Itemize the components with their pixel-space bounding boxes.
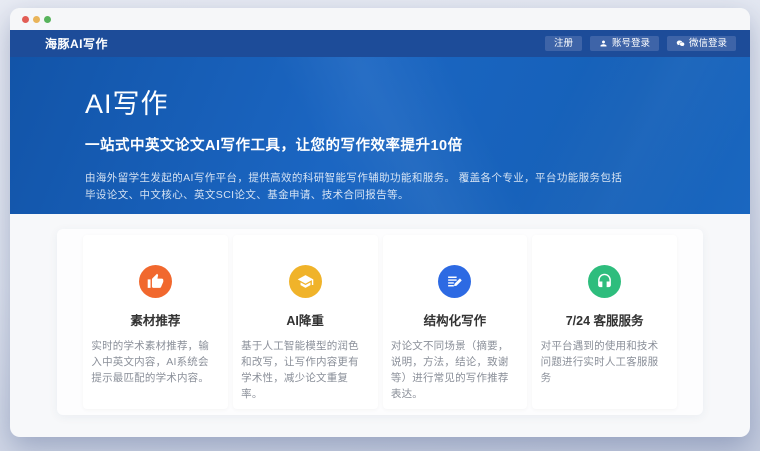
feature-description: 对论文不同场景（摘要，说明，方法，结论，致谢等）进行常见的写作推荐表达。 [390,340,509,400]
hero-description: 由海外留学生发起的AI写作平台，提供高效的科研智能写作辅助功能和服务。 覆盖各个… [85,170,710,204]
feature-icon-circle [588,265,622,298]
hero-subtitle: 一站式中英文论文AI写作工具，让您的写作效率提升10倍 [85,138,463,154]
browser-window: 海豚AI写作 注册 账号登录 微信登录 AI写作 一站式中英文论文AI写作工具，… [10,8,750,437]
minimize-window-button[interactable] [33,15,40,23]
feature-title: 7/24 客服服务 [565,314,644,328]
hero-description-line2: 毕设论文、中文核心、英文SCI论文、基金申请、技术合同报告等。 [85,189,409,201]
wechat-login-button[interactable]: 微信登录 [666,35,736,52]
account-login-button[interactable]: 账号登录 [589,35,659,52]
feature-item-support: 7/24 客服服务 对平台遇到的使用和技术问题进行实时人工客服服务 [532,235,677,409]
document-edit-icon [446,273,463,290]
wechat-login-label: 微信登录 [688,37,727,49]
feature-description: 实时的学术素材推荐，输入中英文内容，AI系统会提示最匹配的学术内容。 [91,340,210,384]
hero-title: AI写作 [85,89,169,119]
headset-icon [596,273,613,290]
feature-icon-circle [288,265,322,298]
zoom-window-button[interactable] [44,15,51,23]
feature-title: AI降重 [286,314,324,328]
thumbs-up-icon [147,273,164,290]
content-area: 素材推荐 实时的学术素材推荐，输入中英文内容，AI系统会提示最匹配的学术内容。 … [10,214,750,415]
register-button-label: 注册 [553,37,573,49]
feature-icon-circle [438,265,472,298]
nav-actions: 注册 账号登录 微信登录 [544,35,736,52]
register-button[interactable]: 注册 [544,35,582,52]
feature-item-material: 素材推荐 实时的学术素材推荐，输入中英文内容，AI系统会提示最匹配的学术内容。 [83,235,228,409]
feature-title: 素材推荐 [130,314,181,328]
user-icon [599,39,608,48]
feature-icon-circle [138,265,172,298]
account-login-label: 账号登录 [611,37,650,49]
graduation-cap-icon [297,273,314,290]
feature-title: 结构化写作 [423,314,487,328]
feature-description: 基于人工智能模型的润色和改写，让写作内容更有学术性，减少论文重复率。 [241,340,359,400]
feature-description: 对平台遇到的使用和技术问题进行实时人工客服服务 [540,340,659,384]
wechat-icon [676,39,685,48]
site-logo[interactable]: 海豚AI写作 [45,35,108,52]
feature-item-structured-writing: 结构化写作 对论文不同场景（摘要，说明，方法，结论，致谢等）进行常见的写作推荐表… [382,235,528,409]
feature-item-rewrite: AI降重 基于人工智能模型的润色和改写，让写作内容更有学术性，减少论文重复率。 [232,235,378,409]
top-navbar: 海豚AI写作 注册 账号登录 微信登录 [10,30,750,57]
close-window-button[interactable] [22,15,29,23]
window-titlebar [10,8,750,30]
hero-description-line1: 由海外留学生发起的AI写作平台，提供高效的科研智能写作辅助功能和服务。 覆盖各个… [85,172,623,184]
features-card: 素材推荐 实时的学术素材推荐，输入中英文内容，AI系统会提示最匹配的学术内容。 … [57,229,703,415]
hero-banner: AI写作 一站式中英文论文AI写作工具，让您的写作效率提升10倍 由海外留学生发… [10,57,750,214]
